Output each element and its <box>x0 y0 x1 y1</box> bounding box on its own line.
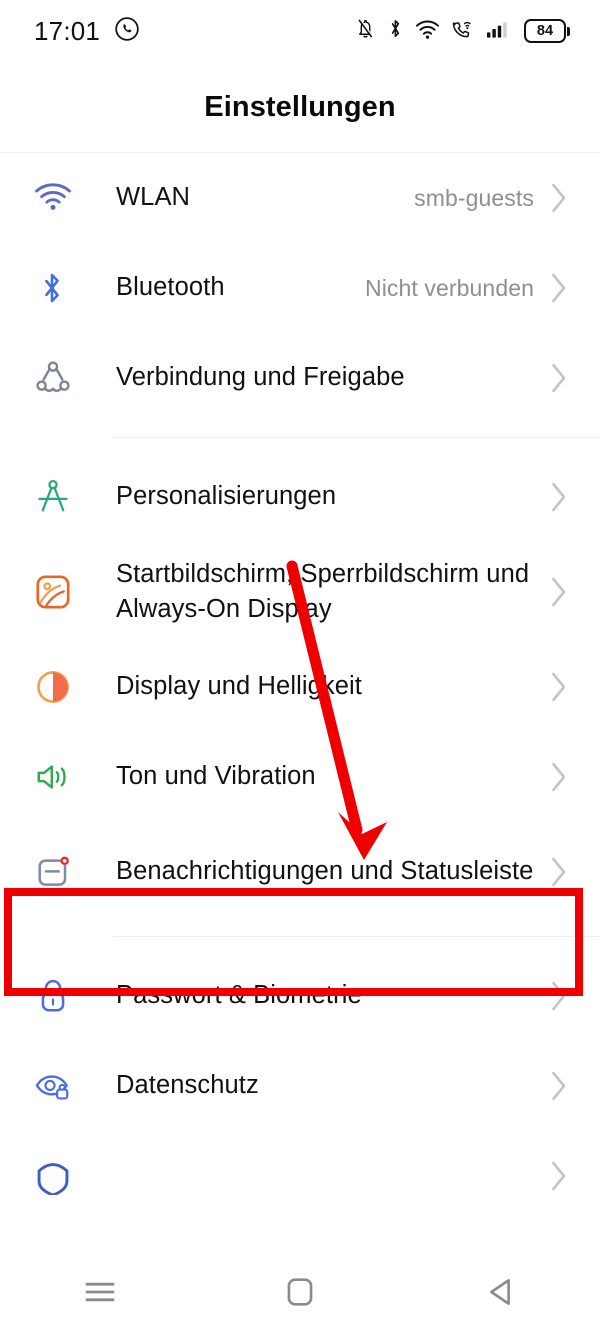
settings-row-label: Display und Helligkeit <box>116 672 362 701</box>
chevron-right-icon <box>548 182 570 214</box>
wifi-calling-icon <box>451 18 475 45</box>
chevron-right-icon <box>548 1070 570 1102</box>
status-bar: 17:01 84 <box>0 0 600 62</box>
settings-row-display-brightness[interactable]: Display und Helligkeit <box>0 642 600 732</box>
compass-icon <box>34 478 90 516</box>
settings-row-partial-cutoff[interactable] <box>0 1131 600 1221</box>
whatsapp-icon <box>114 16 140 47</box>
settings-group-display: Personalisierungen Startbildschirm, Sper… <box>0 452 600 922</box>
page-title: Einstellungen <box>204 91 396 123</box>
back-button[interactable] <box>455 1264 545 1324</box>
recents-button[interactable] <box>55 1264 145 1324</box>
menu-icon <box>83 1279 117 1310</box>
chevron-right-icon <box>548 856 570 888</box>
battery-nub <box>567 26 570 36</box>
settings-row-bluetooth[interactable]: Bluetooth Nicht verbunden <box>0 243 600 333</box>
settings-row-value: Nicht verbunden <box>365 274 534 301</box>
settings-row-notifications-statusbar[interactable]: Benachrichtigungen und Statusleiste <box>0 822 600 922</box>
bluetooth-icon <box>387 17 404 45</box>
settings-row-wlan[interactable]: WLAN smb-guests <box>0 153 600 243</box>
navigation-bar <box>0 1255 600 1333</box>
title-bar: Einstellungen <box>0 62 600 153</box>
settings-row-label: Startbildschirm, Sperrbildschirm und Alw… <box>116 559 530 623</box>
settings-row-connection-sharing[interactable]: Verbindung und Freigabe <box>0 333 600 423</box>
settings-row-label: WLAN <box>116 183 191 212</box>
settings-group-security: Passwort & Biometrie Datenschutz <box>0 951 600 1221</box>
chevron-right-icon <box>548 362 570 394</box>
privacy-eye-icon <box>34 1067 90 1105</box>
chevron-right-icon <box>548 1160 570 1192</box>
status-clock: 17:01 <box>34 15 101 46</box>
brightness-icon <box>34 668 90 706</box>
settings-row-label: Passwort & Biometrie <box>116 981 362 1010</box>
mute-bell-icon <box>355 17 376 45</box>
chevron-right-icon <box>548 671 570 703</box>
settings-row-label: Benachrichtigungen und Statusleiste <box>116 857 534 886</box>
status-bar-left: 17:01 <box>34 16 140 47</box>
settings-row-homescreen-lockscreen-aod[interactable]: Startbildschirm, Sperrbildschirm und Alw… <box>0 542 600 642</box>
settings-row-label: Bluetooth <box>116 273 225 302</box>
list-bottom-mask <box>0 1241 600 1255</box>
settings-list: WLAN smb-guests Bluetooth Nicht verbunde… <box>0 153 600 1221</box>
status-bar-right: 84 <box>355 17 570 45</box>
notification-card-icon <box>34 853 90 891</box>
settings-row-sound-vibration[interactable]: Ton und Vibration <box>0 732 600 822</box>
group-divider <box>113 936 600 937</box>
settings-row-label: Ton und Vibration <box>116 762 316 791</box>
home-button[interactable] <box>255 1264 345 1324</box>
settings-row-label: Verbindung und Freigabe <box>116 363 405 392</box>
speaker-icon <box>34 758 90 796</box>
settings-row-privacy[interactable]: Datenschutz <box>0 1041 600 1131</box>
chevron-right-icon <box>548 481 570 513</box>
chevron-right-icon <box>548 576 570 608</box>
shield-icon <box>34 1157 90 1195</box>
settings-group-network: WLAN smb-guests Bluetooth Nicht verbunde… <box>0 153 600 423</box>
wifi-icon <box>415 18 440 45</box>
battery-indicator: 84 <box>524 19 570 43</box>
settings-row-label: Datenschutz <box>116 1071 259 1100</box>
phone-screen: 17:01 84 Einstellungen WLAN smb-guests B… <box>0 0 600 1333</box>
square-icon <box>285 1276 315 1313</box>
triangle-left-icon <box>485 1276 515 1313</box>
chevron-right-icon <box>548 272 570 304</box>
wifi-icon <box>34 179 90 217</box>
lock-icon <box>34 977 90 1015</box>
chevron-right-icon <box>548 980 570 1012</box>
group-divider <box>113 437 600 438</box>
settings-row-password-biometrics[interactable]: Passwort & Biometrie <box>0 951 600 1041</box>
wallpaper-icon <box>34 573 90 611</box>
settings-row-label: Personalisierungen <box>116 482 337 511</box>
share-nodes-icon <box>34 359 90 397</box>
bluetooth-icon <box>34 269 90 307</box>
chevron-right-icon <box>548 761 570 793</box>
settings-row-value: smb-guests <box>414 184 534 211</box>
battery-level: 84 <box>536 22 554 39</box>
settings-row-personalisierungen[interactable]: Personalisierungen <box>0 452 600 542</box>
cellular-signal-icon <box>486 18 513 45</box>
